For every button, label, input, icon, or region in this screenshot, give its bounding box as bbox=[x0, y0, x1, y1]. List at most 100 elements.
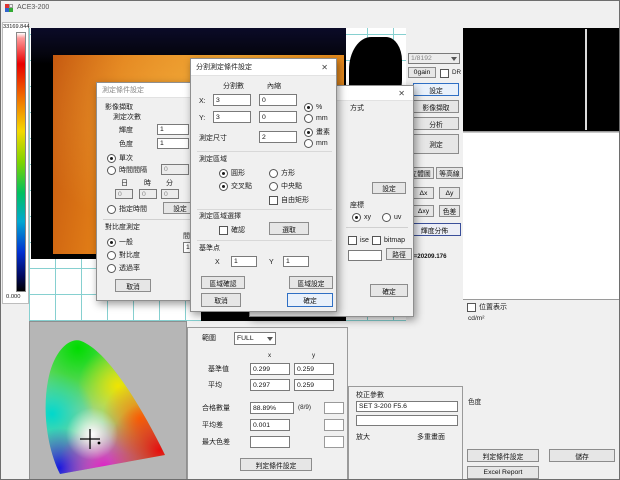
ref-x-field[interactable]: 0.299 bbox=[250, 363, 290, 375]
luminance-dist-button[interactable]: 輝度分佈 bbox=[408, 223, 461, 236]
confirm-checkbox[interactable]: 確認 bbox=[219, 226, 245, 235]
measurement-table[interactable] bbox=[463, 131, 620, 299]
delta-y-button[interactable]: Δy bbox=[439, 187, 460, 199]
save-button[interactable]: 儲存 bbox=[549, 449, 615, 462]
area-confirm-button[interactable]: 區域確認 bbox=[201, 276, 245, 289]
range-dropdown[interactable]: FULL bbox=[234, 332, 276, 345]
method-group-label: 方式 bbox=[350, 105, 364, 112]
y-inset-field[interactable]: 0 bbox=[259, 111, 297, 123]
calibration-field-2[interactable] bbox=[356, 415, 458, 426]
delta-x-button[interactable]: Δx bbox=[413, 187, 434, 199]
min-field[interactable]: 0 bbox=[161, 189, 179, 199]
chroma-count-field[interactable]: 1 bbox=[157, 138, 189, 149]
zero-gain-button[interactable]: 0gain bbox=[408, 67, 436, 78]
bitmap-checkbox[interactable]: bitmap bbox=[372, 236, 405, 245]
judge-condition-button-2[interactable]: 判定條件設定 bbox=[240, 458, 312, 471]
transmittance-radio[interactable]: 透過率 bbox=[107, 264, 140, 273]
size-field[interactable]: 2 bbox=[259, 131, 297, 143]
close-icon[interactable]: ✕ bbox=[395, 89, 408, 98]
xy-radio[interactable]: xy bbox=[352, 213, 371, 222]
x-inset-field[interactable]: 0 bbox=[259, 94, 297, 106]
maxdiff-label: 最大色差 bbox=[202, 439, 230, 446]
avgdiff-indicator-box bbox=[324, 419, 344, 431]
method-set-button[interactable]: 設定 bbox=[372, 182, 406, 194]
excel-report-button[interactable]: Excel Report bbox=[467, 466, 539, 479]
path-field[interactable] bbox=[348, 250, 382, 261]
size-pixel-radio[interactable]: 畫素 bbox=[304, 128, 330, 137]
day-field[interactable]: 0 bbox=[115, 189, 133, 199]
cross-point-radio[interactable]: 交叉點 bbox=[219, 182, 252, 191]
ise-checkbox[interactable]: ise bbox=[348, 236, 369, 245]
dr-checkbox-box[interactable] bbox=[440, 69, 449, 78]
analyze-button[interactable]: 分析 bbox=[413, 117, 459, 130]
free-rect-checkbox[interactable]: 自由矩形 bbox=[269, 196, 309, 205]
lum-count-field[interactable]: 1 bbox=[157, 124, 189, 135]
dialog-title: 分割測定條件設定 bbox=[196, 62, 252, 72]
position-display-checkbox[interactable]: 位置表示 bbox=[467, 303, 507, 312]
judge-condition-button[interactable]: 判定條件設定 bbox=[467, 449, 539, 462]
square-radio[interactable]: 方形 bbox=[269, 169, 295, 178]
capture-group-label: 影像擷取 bbox=[105, 104, 133, 111]
close-icon[interactable]: ✕ bbox=[318, 63, 331, 72]
uv-radio[interactable]: uv bbox=[382, 213, 401, 222]
set-button[interactable]: 設定 bbox=[413, 83, 459, 96]
color-diff-button[interactable]: 色差 bbox=[439, 205, 460, 217]
cancel-button[interactable]: 取消 bbox=[201, 293, 241, 307]
cancel-button-back[interactable]: 取消 bbox=[115, 279, 151, 292]
contour-button[interactable]: 等高線 bbox=[436, 167, 463, 179]
single-radio[interactable]: 單次 bbox=[107, 154, 133, 163]
ref-x-field[interactable]: 1 bbox=[231, 256, 257, 267]
contrast-radio[interactable]: 對比度 bbox=[107, 251, 140, 260]
dialog-title-bar[interactable]: 測定條件設定 bbox=[97, 83, 202, 98]
size-mm-radio[interactable]: mm bbox=[304, 139, 328, 148]
position-checkbox-box[interactable] bbox=[467, 303, 476, 312]
pass-count-label: 合格數量 bbox=[202, 405, 230, 412]
zoom-label: 放大 bbox=[356, 434, 370, 441]
ref-label: 基準值 bbox=[208, 366, 229, 373]
cie-horseshoe bbox=[30, 322, 186, 480]
split-measurement-dialog: 分割測定條件設定 ✕ 分割數 內縮 X: 3 0 Y: 3 0 % mm 測定尺… bbox=[190, 58, 337, 312]
ref-y-field[interactable]: 1 bbox=[283, 256, 309, 267]
maxdiff-indicator-box bbox=[324, 436, 344, 448]
min-label: 分 bbox=[166, 180, 173, 187]
interval-radio[interactable]: 時間間隔 bbox=[107, 166, 147, 175]
chroma-label: 色度 bbox=[119, 141, 133, 148]
inset-label: 內縮 bbox=[267, 83, 281, 90]
pass-indicator-box bbox=[324, 402, 344, 414]
inset-percent-radio[interactable]: % bbox=[304, 103, 322, 112]
hour-field[interactable]: 0 bbox=[139, 189, 157, 199]
circle-radio[interactable]: 圓形 bbox=[219, 169, 245, 178]
dialog-title-bar[interactable]: 分割測定條件設定 ✕ bbox=[191, 59, 336, 76]
position-checkbox-label: 位置表示 bbox=[479, 304, 507, 311]
center-point-radio[interactable]: 中央點 bbox=[269, 182, 302, 191]
calibration-field[interactable]: SET 3-200 F5.6 bbox=[356, 401, 458, 412]
capture-button[interactable]: 影像擷取 bbox=[413, 100, 459, 113]
x-divisions-field[interactable]: 3 bbox=[213, 94, 251, 106]
secondary-image[interactable] bbox=[463, 28, 620, 131]
dr-checkbox[interactable]: DR bbox=[440, 69, 461, 78]
stats-panel: 位置表示 cd/m² 色度 判定條件設定 儲存 Excel Report bbox=[463, 299, 620, 480]
app-window: ACE3-200 33169.844 0.000 1/8192 0gain DR… bbox=[0, 0, 620, 480]
ok-button-middle[interactable]: 確定 bbox=[370, 284, 408, 297]
delta-xy-button[interactable]: Δxy bbox=[413, 205, 434, 217]
inset-mm-radio[interactable]: mm bbox=[304, 114, 328, 123]
calibration-panel: 校正參數 SET 3-200 F5.6 放大 多重畫面 bbox=[348, 386, 463, 480]
path-button[interactable]: 路徑 bbox=[386, 248, 412, 260]
cie-diagram-panel[interactable] bbox=[29, 321, 187, 480]
y-divisions-field[interactable]: 3 bbox=[213, 111, 251, 123]
interval-field[interactable]: 0 bbox=[161, 164, 189, 175]
y-label: Y: bbox=[199, 115, 205, 122]
avg-x-field[interactable]: 0.297 bbox=[250, 379, 290, 391]
measure-button[interactable]: 測定 bbox=[413, 134, 459, 154]
shutter-dropdown[interactable]: 1/8192 bbox=[408, 53, 460, 64]
specified-time-radio[interactable]: 指定時間 bbox=[107, 205, 147, 214]
ref-y-field[interactable]: 0.259 bbox=[294, 363, 334, 375]
ref-x-label: X bbox=[215, 259, 220, 266]
ok-button[interactable]: 確定 bbox=[287, 293, 333, 307]
general-radio[interactable]: 一般 bbox=[107, 238, 133, 247]
dialog-title: 測定條件設定 bbox=[102, 85, 144, 95]
dr-label: DR bbox=[452, 70, 461, 76]
pick-button[interactable]: 選取 bbox=[269, 222, 309, 235]
area-set-button[interactable]: 區域設定 bbox=[289, 276, 333, 289]
avg-y-field[interactable]: 0.259 bbox=[294, 379, 334, 391]
